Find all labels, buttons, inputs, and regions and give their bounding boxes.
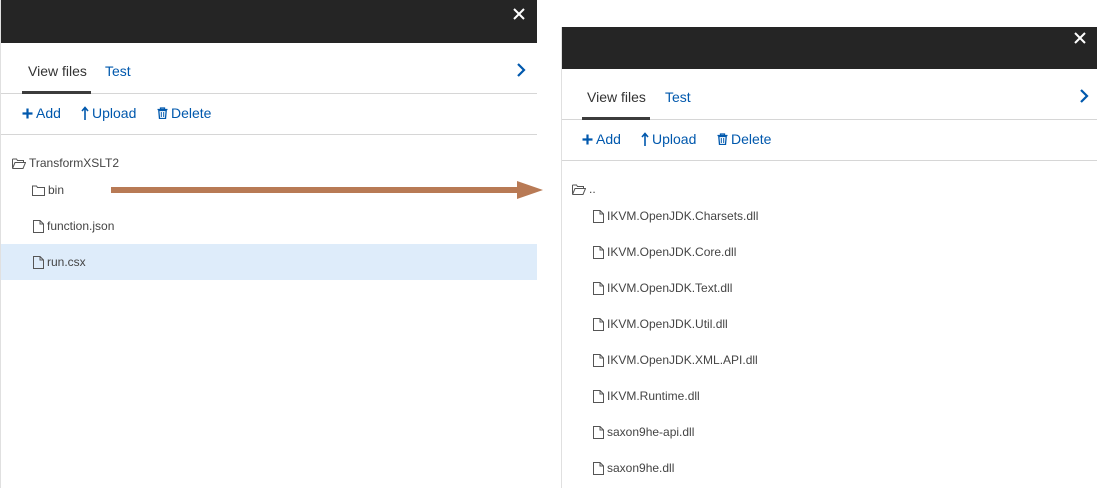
tree-item-label: IKVM.OpenJDK.Core.dll (607, 245, 737, 259)
file-icon (33, 219, 44, 233)
close-button[interactable] (509, 4, 529, 24)
close-icon (513, 8, 525, 20)
tree-item-label: bin (48, 183, 65, 197)
add-button[interactable]: Add (22, 105, 61, 121)
file-icon (593, 281, 604, 295)
tab-test[interactable]: Test (665, 89, 691, 105)
tree-item-label: saxon9he-api.dll (607, 425, 695, 439)
tree-item-function-json[interactable]: function.json (1, 208, 537, 244)
file-tree: .. IKVM.OpenJDK.Charsets.dll IKVM.OpenJD… (562, 161, 1097, 488)
tree-item[interactable]: IKVM.OpenJDK.Charsets.dll (562, 198, 1097, 234)
file-icon (33, 255, 44, 269)
delete-label: Delete (731, 131, 772, 147)
title-bar (562, 27, 1097, 69)
tree-item[interactable]: IKVM.OpenJDK.Core.dll (562, 234, 1097, 270)
chevron-right-icon[interactable] (1078, 89, 1090, 103)
close-button[interactable] (1070, 28, 1090, 48)
delete-button[interactable]: Delete (717, 131, 771, 147)
plus-icon (22, 108, 33, 119)
tree-item[interactable]: IKVM.OpenJDK.Util.dll (562, 306, 1097, 342)
tree-item-label: IKVM.OpenJDK.Charsets.dll (607, 209, 759, 223)
tree-item[interactable]: IKVM.Runtime.dll (562, 378, 1097, 414)
tree-item-label: IKVM.OpenJDK.Util.dll (607, 317, 728, 331)
tree-item-label: IKVM.OpenJDK.XML.API.dll (607, 353, 758, 367)
close-icon (1074, 32, 1086, 44)
chevron-right-icon[interactable] (515, 63, 527, 77)
tab-bar: View files Test (1, 43, 537, 94)
tab-test[interactable]: Test (105, 63, 131, 79)
tree-item-label: IKVM.OpenJDK.Text.dll (607, 281, 733, 295)
plus-icon (582, 134, 593, 145)
tab-bar: View files Test (562, 69, 1097, 120)
tree-item[interactable]: IKVM.OpenJDK.XML.API.dll (562, 342, 1097, 378)
add-button[interactable]: Add (582, 131, 621, 147)
file-icon (593, 389, 604, 403)
tree-item[interactable]: IKVM.OpenJDK.Text.dll (562, 270, 1097, 306)
file-icon (593, 425, 604, 439)
file-icon (593, 245, 604, 259)
upload-button[interactable]: Upload (641, 131, 696, 147)
right-panel: View files Test Add Upload Delete .. IKV… (561, 27, 1097, 488)
file-icon (593, 317, 604, 331)
tree-item-run-csx[interactable]: run.csx (1, 244, 537, 280)
tab-view-files[interactable]: View files (587, 89, 646, 105)
upload-label: Upload (92, 105, 137, 121)
add-label: Add (596, 131, 621, 147)
tree-item[interactable]: saxon9he-api.dll (562, 414, 1097, 450)
folder-open-icon (12, 158, 26, 169)
toolbar: Add Upload Delete (562, 120, 1097, 161)
upload-button[interactable]: Upload (81, 105, 136, 121)
tree-item-label: run.csx (47, 255, 86, 269)
tree-item[interactable]: saxon9he.dll (562, 450, 1097, 486)
file-icon (593, 209, 604, 223)
title-bar (1, 0, 537, 43)
trash-icon (717, 133, 728, 145)
tree-item-label: IKVM.Runtime.dll (607, 389, 700, 403)
upload-arrow-icon (81, 105, 89, 121)
tab-view-files[interactable]: View files (28, 63, 87, 79)
tree-root-label: TransformXSLT2 (29, 156, 120, 170)
tree-item-label: function.json (47, 219, 115, 233)
file-icon (593, 461, 604, 475)
delete-label: Delete (171, 105, 212, 121)
folder-icon (32, 185, 45, 196)
add-label: Add (36, 105, 61, 121)
file-icon (593, 353, 604, 367)
upload-label: Upload (652, 131, 697, 147)
left-panel: View files Test Add Upload Delete Transf… (0, 0, 537, 488)
trash-icon (157, 107, 168, 119)
folder-open-icon (572, 184, 586, 195)
tree-item-label: saxon9he.dll (607, 461, 675, 475)
tree-parent-label: .. (589, 182, 596, 196)
delete-button[interactable]: Delete (157, 105, 211, 121)
annotation-arrow-icon (111, 181, 543, 199)
toolbar: Add Upload Delete (1, 94, 537, 135)
upload-arrow-icon (641, 131, 649, 147)
